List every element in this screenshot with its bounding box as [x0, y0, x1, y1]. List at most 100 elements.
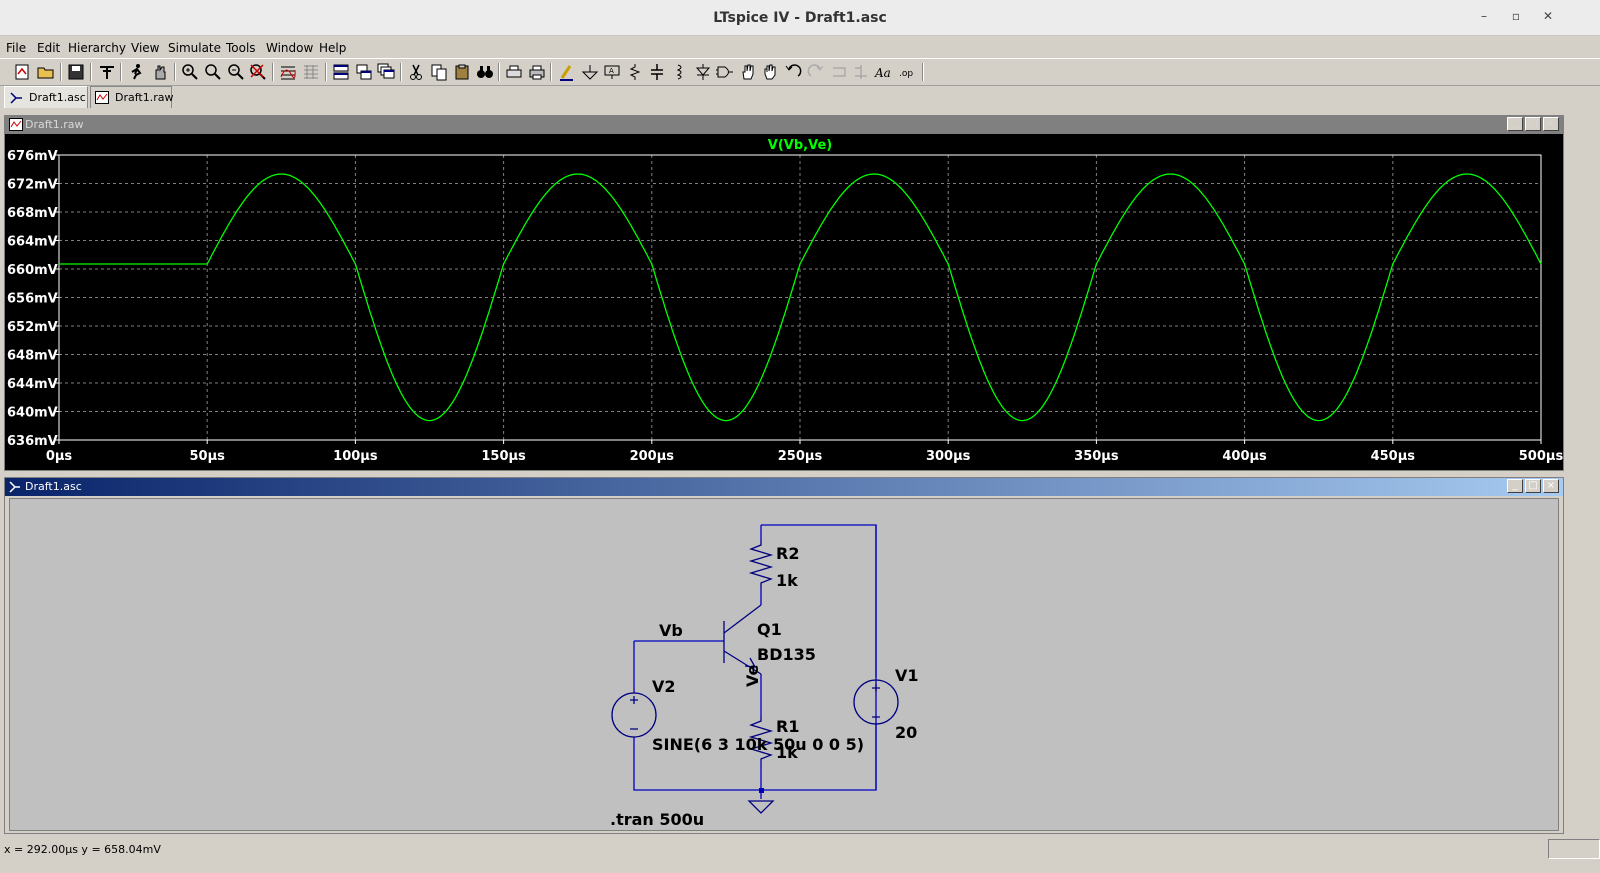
svg-text:A: A — [609, 67, 614, 75]
y-tick-label: 672mV — [7, 178, 58, 193]
q1-name: Q1 — [757, 620, 782, 639]
undo-icon[interactable] — [783, 62, 803, 82]
y-tick-label: 676mV — [7, 149, 58, 164]
ground-icon[interactable] — [580, 62, 600, 82]
junction-dot — [759, 788, 764, 793]
tab-draft1-raw[interactable]: Draft1.raw — [90, 86, 174, 108]
copy-icon[interactable] — [429, 62, 449, 82]
drag-icon[interactable] — [760, 62, 780, 82]
x-tick-label: 50µs — [189, 449, 225, 464]
menu-edit[interactable]: Edit — [37, 41, 60, 55]
spice-directive-icon[interactable]: .op — [897, 62, 917, 82]
inductor-icon[interactable] — [670, 62, 690, 82]
menu-help[interactable]: Help — [319, 41, 346, 55]
zoom-pan-icon[interactable] — [203, 62, 223, 82]
grid-icon[interactable] — [301, 62, 321, 82]
y-tick-label: 652mV — [7, 320, 58, 335]
schematic-canvas[interactable]: R2 1k Vb Q1 BD135 V2 Ve R1 1k SINE(6 3 1… — [9, 498, 1559, 831]
menu-file[interactable]: File — [6, 41, 26, 55]
y-tick-label: 640mV — [7, 406, 58, 421]
ground-symbol — [747, 800, 775, 814]
menu-window[interactable]: Window — [266, 41, 313, 55]
menu-view[interactable]: View — [131, 41, 159, 55]
close-icon[interactable]: × — [1543, 117, 1559, 131]
run-icon[interactable] — [126, 62, 146, 82]
move-icon[interactable] — [738, 62, 758, 82]
rotate-icon[interactable] — [829, 62, 849, 82]
print-icon[interactable] — [527, 62, 547, 82]
y-tick-label: 664mV — [7, 235, 58, 250]
menu-simulate[interactable]: Simulate — [168, 41, 221, 55]
v2-value: SINE(6 3 10k 50u 0 0 5) — [652, 735, 865, 754]
open-icon[interactable] — [36, 62, 56, 82]
trace-label: V(Vb,Ve) — [768, 138, 832, 153]
x-tick-label: 450µs — [1371, 449, 1416, 464]
control-panel-icon[interactable] — [97, 62, 117, 82]
cascade-icon[interactable] — [376, 62, 396, 82]
close-icon[interactable]: × — [1543, 479, 1559, 493]
diode-icon[interactable] — [693, 62, 713, 82]
cursor-readout: x = 292.00µs y = 658.04mV — [4, 843, 161, 856]
x-tick-label: 500µs — [1519, 449, 1563, 464]
paste-icon[interactable] — [452, 62, 472, 82]
transistor-q1 — [723, 604, 762, 675]
component-icon[interactable] — [715, 62, 735, 82]
svg-text:.op: .op — [899, 69, 913, 79]
waveform-icon — [9, 118, 23, 131]
status-panel — [1548, 839, 1600, 859]
find-icon[interactable] — [475, 62, 495, 82]
new-schematic-icon[interactable] — [12, 62, 32, 82]
schematic-icon — [9, 481, 20, 493]
mirror-icon[interactable] — [851, 62, 871, 82]
resistor-icon[interactable] — [625, 62, 645, 82]
maximize-icon[interactable]: □ — [1525, 117, 1541, 131]
tile-vertical-icon[interactable] — [354, 62, 374, 82]
minimize-button[interactable]: – — [1474, 9, 1494, 27]
y-tick-label: 636mV — [7, 434, 58, 449]
minimize-icon[interactable]: _ — [1507, 117, 1523, 131]
y-tick-label: 656mV — [7, 292, 58, 307]
schematic-window-header: Draft1.asc _ □ × — [5, 478, 1563, 496]
net-label-ve: Ve — [743, 664, 762, 687]
capacitor-icon[interactable] — [647, 62, 667, 82]
redo-icon[interactable] — [806, 62, 826, 82]
v2-name: V2 — [652, 677, 676, 696]
tab-label: Draft1.raw — [115, 91, 174, 104]
tile-horizontal-icon[interactable] — [331, 62, 351, 82]
restore-button[interactable]: ▫ — [1506, 9, 1526, 27]
x-tick-label: 0µs — [46, 449, 73, 464]
zoom-out-icon[interactable] — [226, 62, 246, 82]
zoom-in-icon[interactable] — [180, 62, 200, 82]
v1-value: 20 — [895, 723, 918, 742]
waveform-window-title: Draft1.raw — [25, 118, 84, 131]
v1-name: V1 — [895, 666, 919, 685]
draw-wire-icon[interactable] — [557, 62, 577, 82]
menu-hierarchy[interactable]: Hierarchy — [68, 41, 126, 55]
autorange-icon[interactable] — [278, 62, 298, 82]
toolbar: A Aa .op — [0, 58, 1600, 86]
cut-icon[interactable] — [406, 62, 426, 82]
save-icon[interactable] — [66, 62, 86, 82]
text-icon[interactable]: Aa — [874, 62, 894, 82]
r2-value: 1k — [776, 571, 798, 590]
wires — [633, 524, 877, 799]
minimize-icon[interactable]: _ — [1507, 479, 1523, 493]
x-tick-label: 150µs — [481, 449, 526, 464]
waveform-chart[interactable]: 0µs 50µs 100µs 150µs 200µs 250µs 300µs 350µs 400… — [5, 134, 1563, 470]
x-tick-label: 200µs — [630, 449, 675, 464]
halt-icon[interactable] — [150, 62, 170, 82]
svg-text:Aa: Aa — [874, 66, 891, 80]
spice-directive[interactable]: .tran 500u — [610, 810, 704, 829]
print-setup-icon[interactable] — [504, 62, 524, 82]
waveform-icon — [95, 91, 109, 104]
y-tick-label: 660mV — [7, 263, 58, 278]
zoom-cancel-icon[interactable] — [248, 62, 268, 82]
tab-draft1-asc[interactable]: Draft1.asc — [4, 86, 88, 108]
maximize-icon[interactable]: □ — [1525, 479, 1541, 493]
menu-tools[interactable]: Tools — [226, 41, 256, 55]
close-button[interactable]: ✕ — [1538, 9, 1558, 27]
y-tick-label: 644mV — [7, 377, 58, 392]
waveform-plot[interactable]: 0µs 50µs 100µs 150µs 200µs 250µs 300µs 350µs 400… — [5, 134, 1563, 470]
label-net-icon[interactable]: A — [602, 62, 622, 82]
schematic-window-title: Draft1.asc — [25, 480, 82, 493]
